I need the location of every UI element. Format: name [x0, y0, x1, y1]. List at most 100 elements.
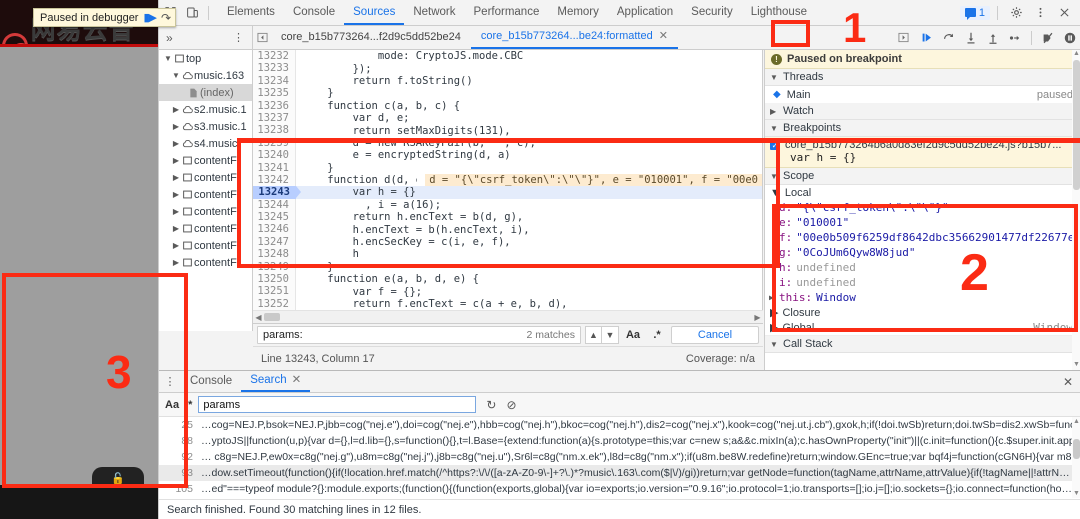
scroll-up-icon[interactable]: ▲	[1072, 50, 1080, 57]
tab-security[interactable]: Security	[682, 0, 742, 25]
twisty-icon[interactable]: ▶	[171, 139, 181, 148]
scope-variable-f[interactable]: f:"00e0b509f6259df8642dbc35662901477df22…	[765, 230, 1080, 245]
tree-item-index[interactable]: (index)	[159, 84, 252, 101]
step-over-next-call-button[interactable]	[938, 26, 960, 50]
source-code-editor[interactable]: 13232 mode: CryptoJS.mode.CBC 13233 }); …	[253, 50, 763, 323]
drawer-tab-search[interactable]: Search ✕	[241, 371, 310, 392]
tab-scroll-right-icon[interactable]	[894, 26, 912, 50]
twisty-icon[interactable]: ▶	[171, 122, 181, 131]
tree-item-s4music[interactable]: ▶ s4.music	[159, 135, 252, 152]
scrollbar-thumb[interactable]	[1073, 439, 1080, 459]
twisty-icon[interactable]: ▼	[163, 54, 173, 63]
regex-toggle[interactable]: .*	[185, 399, 192, 411]
section-breakpoints[interactable]: ▼ Breakpoints	[765, 120, 1080, 137]
tree-item-contentframe[interactable]: ▶ contentFr	[159, 169, 252, 186]
regex-toggle[interactable]: .*	[647, 326, 667, 344]
twisty-icon[interactable]: ▶	[171, 190, 181, 199]
results-scrollbar[interactable]: ▲ ▼	[1072, 417, 1080, 498]
scope-variable-h[interactable]: h:undefined	[765, 260, 1080, 275]
chevron-down-icon[interactable]: ▼	[602, 326, 619, 344]
resume-icon[interactable]: ▮▶	[143, 11, 156, 24]
twisty-icon[interactable]: ▼	[770, 73, 778, 82]
pause-on-exceptions-button[interactable]	[1059, 26, 1080, 50]
web-page-viewport[interactable]: 网易云音乐 🔓	[0, 0, 158, 519]
breakpoint-item[interactable]: ✓ core_b15b773264b6a0d83ef2d9c5dd52be24.…	[765, 137, 1080, 168]
tab-network[interactable]: Network	[404, 0, 464, 25]
twisty-icon[interactable]: ▶	[171, 173, 181, 182]
tab-elements[interactable]: Elements	[218, 0, 284, 25]
file-tab-core-original[interactable]: core_b15b773264...f2d9c5dd52be24	[271, 26, 471, 49]
scroll-up-icon[interactable]: ▲	[1072, 418, 1080, 425]
search-result-row[interactable]: 92… c8g=NEJ.P,ew0x=c8g("nej.g"),u8m=c8g(…	[159, 449, 1080, 465]
find-input[interactable]: params: 2 matches	[257, 326, 581, 344]
deactivate-breakpoints-button[interactable]	[1037, 26, 1059, 50]
tab-console[interactable]: Console	[284, 0, 344, 25]
close-icon[interactable]	[1053, 1, 1075, 25]
search-results-list[interactable]: 25…cog=NEJ.P,bsok=NEJ.P,jbb=cog("nej.e")…	[159, 417, 1080, 498]
scrollbar-thumb[interactable]	[264, 313, 280, 321]
tree-item-contentframe[interactable]: ▶ contentFr	[159, 220, 252, 237]
tree-item-contentframe[interactable]: ▶ contentFr	[159, 186, 252, 203]
twisty-icon[interactable]: ▶	[769, 293, 779, 302]
scope-group-local[interactable]: ▼ Local	[765, 185, 1080, 200]
twisty-icon[interactable]: ▶	[770, 107, 778, 116]
scope-group-closure[interactable]: ▶ Closure	[765, 305, 1080, 320]
search-result-row[interactable]: 105…ed"===typeof module?{}:module.export…	[159, 481, 1080, 497]
tree-item-s3music[interactable]: ▶ s3.music.1	[159, 118, 252, 135]
resume-script-execution-button[interactable]	[916, 26, 938, 50]
twisty-icon[interactable]: ▶	[770, 321, 778, 334]
file-tab-core-formatted[interactable]: core_b15b773264...be24:formatted ✕	[471, 26, 678, 49]
clear-icon[interactable]: ⊘	[506, 398, 516, 412]
twisty-icon[interactable]: ▼	[770, 187, 781, 199]
tree-item-top[interactable]: ▼ top	[159, 50, 252, 67]
navigator-more-icon[interactable]: ⋮	[233, 31, 252, 44]
section-scope[interactable]: ▼ Scope	[765, 168, 1080, 185]
chevron-up-icon[interactable]: ▲	[585, 326, 602, 344]
step-into-next-call-button[interactable]	[960, 26, 982, 50]
kebab-menu-icon[interactable]	[1029, 1, 1051, 25]
tree-item-music163[interactable]: ▼ music.163	[159, 67, 252, 84]
thread-item-main[interactable]: ◆ Main paused	[765, 86, 1080, 103]
scroll-down-icon[interactable]: ▼	[1072, 490, 1080, 497]
tree-item-contentframe[interactable]: ▶ contentFr	[159, 152, 252, 169]
scope-variable-e[interactable]: e:"010001"	[765, 215, 1080, 230]
tree-item-contentframe[interactable]: ▶ contentFr	[159, 237, 252, 254]
scrollbar-thumb[interactable]	[1073, 60, 1080, 190]
section-threads[interactable]: ▼ Threads	[765, 69, 1080, 86]
twisty-icon[interactable]: ▼	[770, 124, 778, 133]
section-watch[interactable]: ▶ Watch	[765, 103, 1080, 120]
tree-item-contentframe[interactable]: ▶ contentFr	[159, 203, 252, 220]
chevrons-right-icon[interactable]: »	[159, 31, 173, 45]
twisty-icon[interactable]: ▼	[171, 71, 181, 80]
drawer-close-icon[interactable]: ✕	[1063, 375, 1080, 389]
scope-variable-this[interactable]: ▶this:Window	[765, 290, 1080, 305]
twisty-icon[interactable]: ▶	[171, 224, 181, 233]
drawer-more-icon[interactable]: ⋮	[159, 375, 181, 388]
gear-icon[interactable]	[1005, 1, 1027, 25]
breakpoint-checkbox[interactable]: ✓	[770, 140, 780, 150]
section-call-stack[interactable]: ▼ Call Stack	[765, 336, 1080, 353]
twisty-icon[interactable]: ▶	[770, 306, 778, 319]
player-bar[interactable]	[0, 485, 158, 519]
search-result-row[interactable]: 88…yptoJS||function(u,p){var d={},l=d.li…	[159, 433, 1080, 449]
tab-application[interactable]: Application	[608, 0, 682, 25]
step-button[interactable]	[1004, 26, 1026, 50]
drawer-tab-console[interactable]: Console	[181, 371, 241, 392]
twisty-icon[interactable]: ▶	[171, 241, 181, 250]
search-result-row[interactable]: 106… isArray=Array.isArray;if(isArray===…	[159, 497, 1080, 498]
close-icon[interactable]: ✕	[292, 370, 302, 391]
console-message-badge[interactable]: 1	[960, 6, 990, 20]
scope-variable-d[interactable]: d:"{\"csrf_token\":\"\"}"	[765, 200, 1080, 215]
scroll-right-icon[interactable]: ▶	[752, 313, 763, 322]
twisty-icon[interactable]: ▶	[171, 207, 181, 216]
scope-variable-i[interactable]: i:undefined	[765, 275, 1080, 290]
tab-sources[interactable]: Sources	[344, 0, 404, 25]
tree-item-s2music[interactable]: ▶ s2.music.1	[159, 101, 252, 118]
tab-performance[interactable]: Performance	[465, 0, 549, 25]
search-result-row[interactable]: 25…cog=NEJ.P,bsok=NEJ.P,jbb=cog("nej.e")…	[159, 417, 1080, 433]
scroll-left-icon[interactable]: ◀	[253, 313, 264, 322]
device-toolbar-icon[interactable]	[181, 1, 203, 25]
twisty-icon[interactable]: ▼	[770, 340, 778, 349]
sidebar-scrollbar[interactable]: ▲ ▼	[1072, 50, 1080, 370]
file-navigator-tree[interactable]: ▼ top ▼ music.163 (index) ▶ s2.music.1 ▶…	[159, 50, 253, 331]
